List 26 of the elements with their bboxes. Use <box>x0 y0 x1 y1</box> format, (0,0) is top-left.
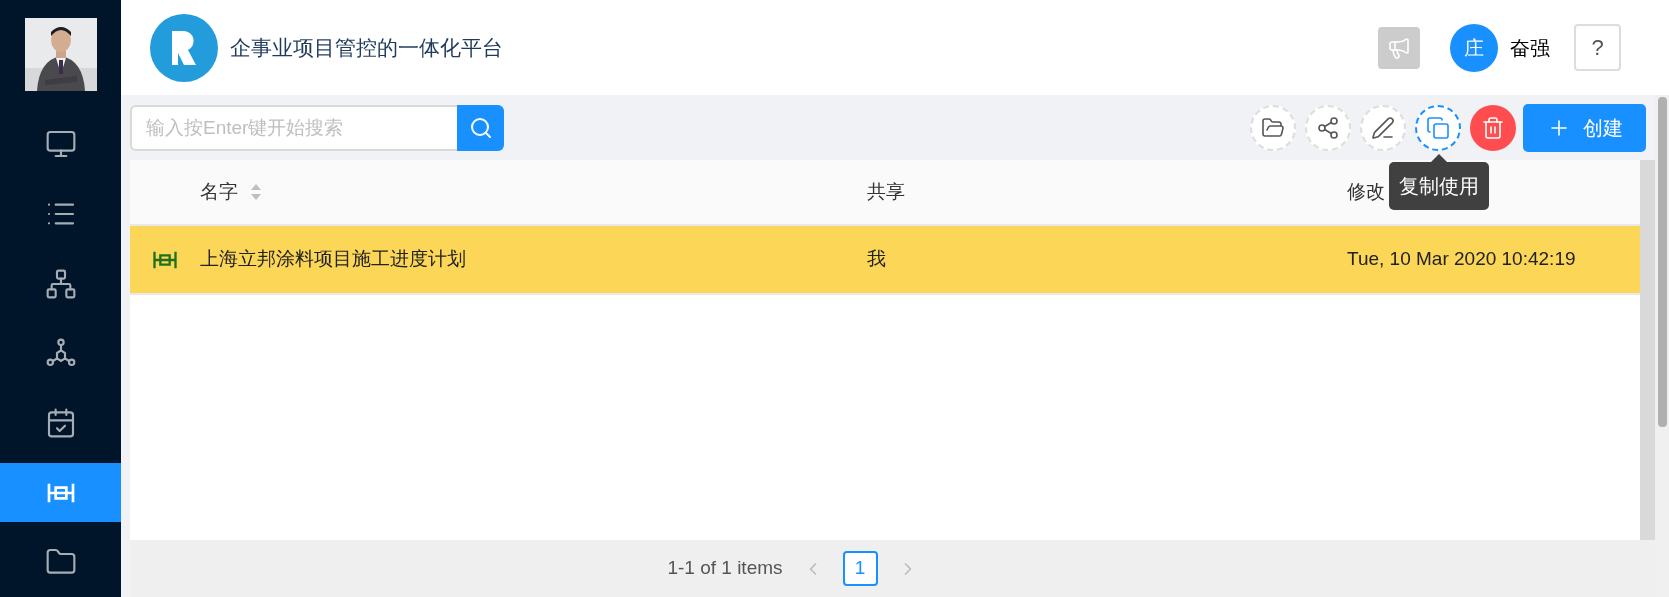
user-name: 奋强 <box>1510 35 1550 61</box>
search-icon <box>468 115 493 140</box>
trash-icon <box>1481 115 1505 140</box>
column-header: 修改 <box>1347 179 1385 204</box>
share-icon <box>1316 115 1340 140</box>
megaphone-icon <box>1387 35 1411 60</box>
app-title: 企事业项目管控的一体化平台 <box>230 34 503 61</box>
search-button[interactable] <box>457 104 504 151</box>
column-header: 共享 <box>867 179 905 204</box>
table-cell: 我 <box>867 248 886 270</box>
folder-open-icon <box>1261 115 1285 140</box>
table-row[interactable]: 上海立邦涂料项目施工进度计划 我 Tue, 10 Mar 2020 10:42:19 <box>130 226 1640 295</box>
table-cell: 上海立邦涂料项目施工进度计划 <box>200 248 466 270</box>
user-avatar: 庄 <box>1450 23 1498 72</box>
tool-button[interactable] <box>1415 104 1461 151</box>
hierarchy-icon <box>44 267 77 300</box>
delete-button[interactable] <box>1470 104 1516 151</box>
sidebar-item[interactable] <box>0 462 121 523</box>
search-field[interactable]: 输入按Enter键开始搜索 <box>130 104 457 151</box>
pen-icon <box>1371 115 1395 140</box>
pagination-summary: 1-1 of 1 items <box>667 556 783 581</box>
help-button[interactable]: ? <box>1574 24 1621 71</box>
tooltip: 复制使用 <box>1389 153 1489 210</box>
table-cell: Tue, 10 Mar 2020 10:42:19 <box>1347 248 1576 270</box>
copy-icon <box>1426 115 1450 140</box>
column-header: 名字 <box>200 179 238 204</box>
